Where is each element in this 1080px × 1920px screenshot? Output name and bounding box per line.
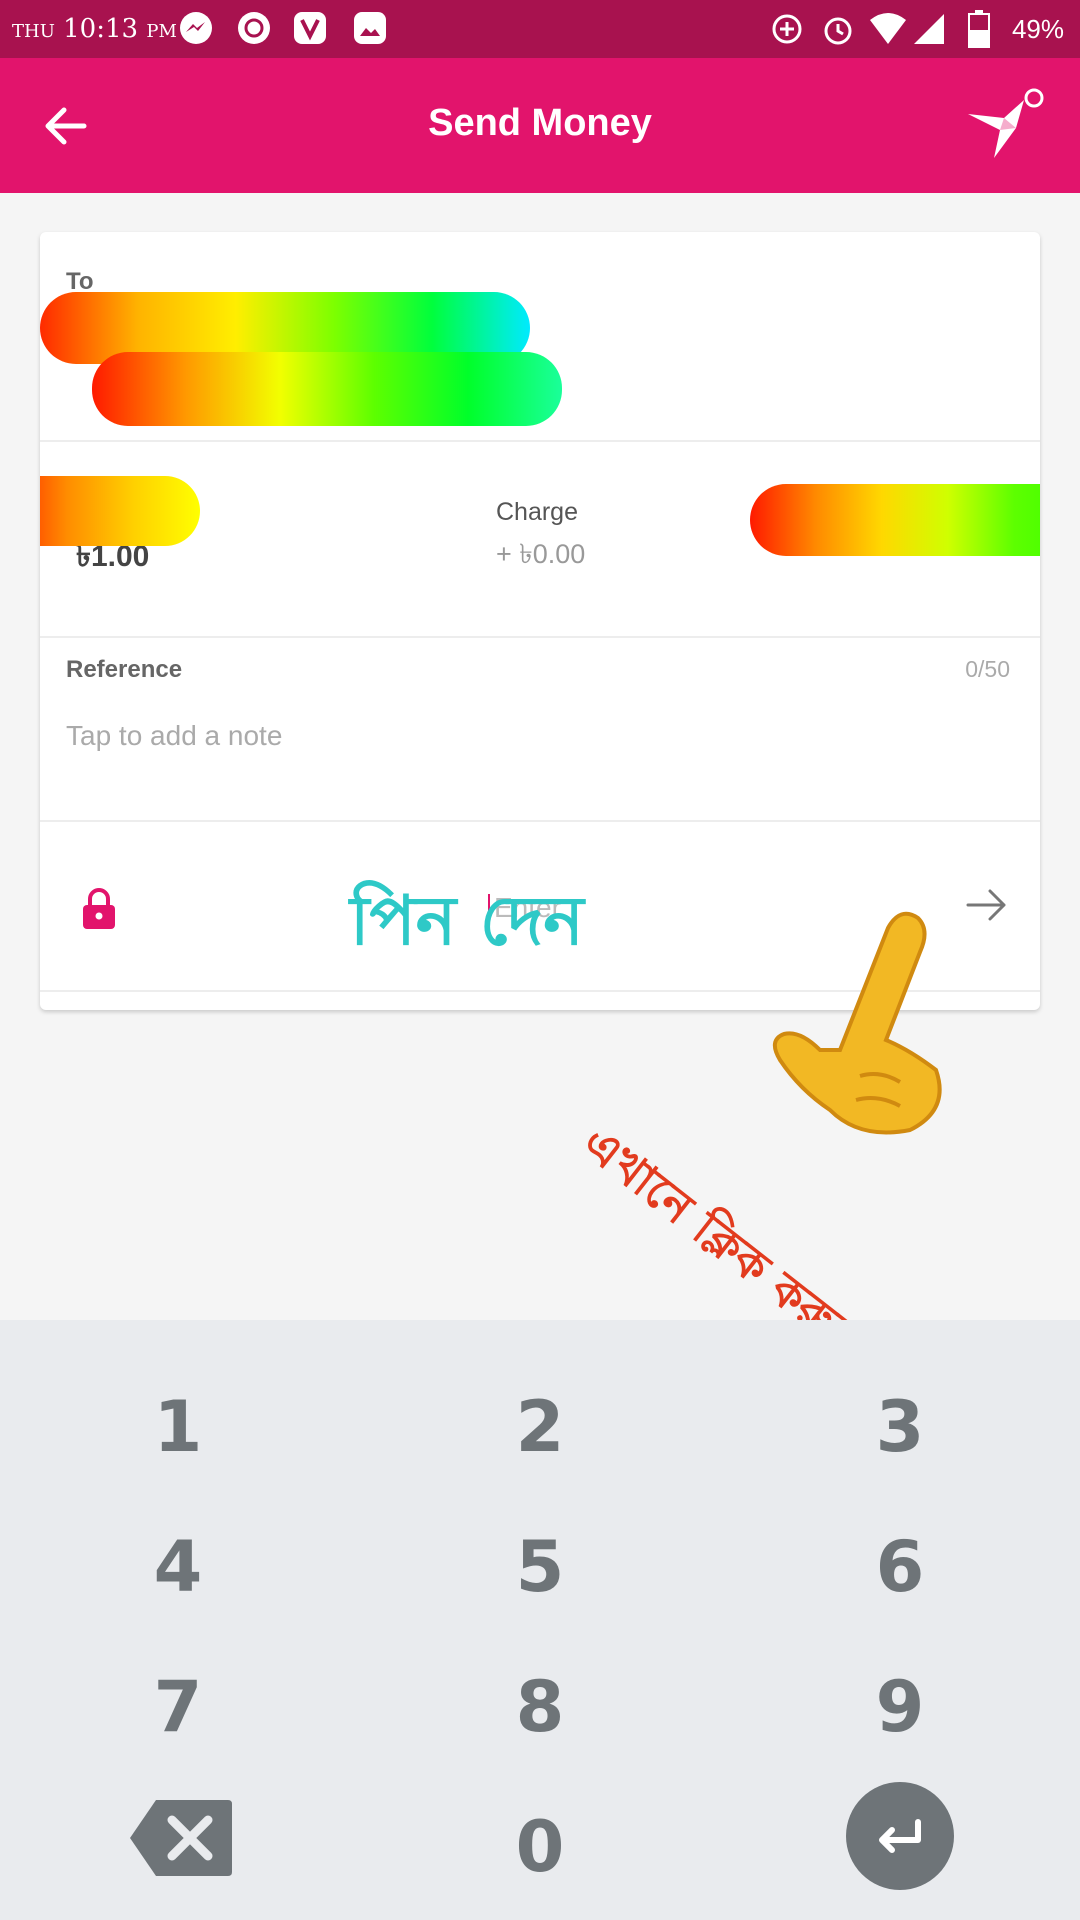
pin-hint-annotation: পিন দেন: [350, 882, 584, 961]
battery-percent: 49%: [1011, 14, 1064, 44]
charge-label: Charge: [496, 498, 578, 526]
reference-label: Reference: [66, 656, 183, 683]
page-title: Send Money: [428, 102, 652, 144]
enter-icon: [879, 1819, 921, 1853]
key-3[interactable]: 3: [790, 1372, 1010, 1482]
key-8[interactable]: 8: [430, 1652, 650, 1762]
wifi-icon: [870, 13, 906, 44]
viber-icon: [294, 12, 326, 44]
section-divider: [40, 820, 1040, 822]
alarm-icon: [824, 17, 852, 45]
key-4[interactable]: 4: [68, 1512, 288, 1622]
section-divider: [40, 636, 1040, 638]
submit-arrow-icon[interactable]: [964, 882, 1010, 928]
backspace-icon[interactable]: [128, 1796, 234, 1880]
reference-note-input[interactable]: Tap to add a note: [66, 720, 282, 752]
image-icon: [354, 12, 386, 44]
section-divider: [40, 440, 1040, 442]
data-saver-icon: [772, 14, 802, 44]
amount-scribble: [40, 476, 200, 546]
numeric-keypad: 1 2 3 4 5 6 7 8 9 0: [0, 1320, 1080, 1920]
key-6[interactable]: 6: [790, 1512, 1010, 1622]
key-9[interactable]: 9: [790, 1652, 1010, 1762]
key-2[interactable]: 2: [430, 1372, 650, 1482]
pointing-hand-icon: [772, 911, 942, 1135]
notification-app-icon: [238, 12, 270, 44]
balance-scribble: [750, 484, 1040, 556]
battery-icon: [968, 10, 990, 48]
bkash-bird-logo-icon: [968, 88, 1044, 158]
key-0[interactable]: 0: [430, 1792, 650, 1902]
key-7[interactable]: 7: [68, 1652, 288, 1762]
reference-char-counter: 0/50: [965, 656, 1010, 682]
charge-value: + ৳0.00: [496, 539, 586, 569]
signal-icon: [914, 14, 944, 44]
key-5[interactable]: 5: [430, 1512, 650, 1622]
enter-button[interactable]: [846, 1782, 954, 1890]
recipient-number-scribble: [92, 352, 562, 426]
lock-icon: [83, 888, 115, 929]
key-1[interactable]: 1: [68, 1372, 288, 1482]
messenger-icon: [180, 12, 212, 44]
status-time: 10:13: [63, 14, 139, 44]
status-bar: THU 10:13 PM 49%: [0, 0, 1080, 58]
status-clock: THU 10:13 PM: [12, 14, 177, 44]
status-ampm: PM: [146, 21, 177, 42]
status-day: THU: [12, 21, 55, 42]
app-bar: Send Money: [0, 58, 1080, 193]
